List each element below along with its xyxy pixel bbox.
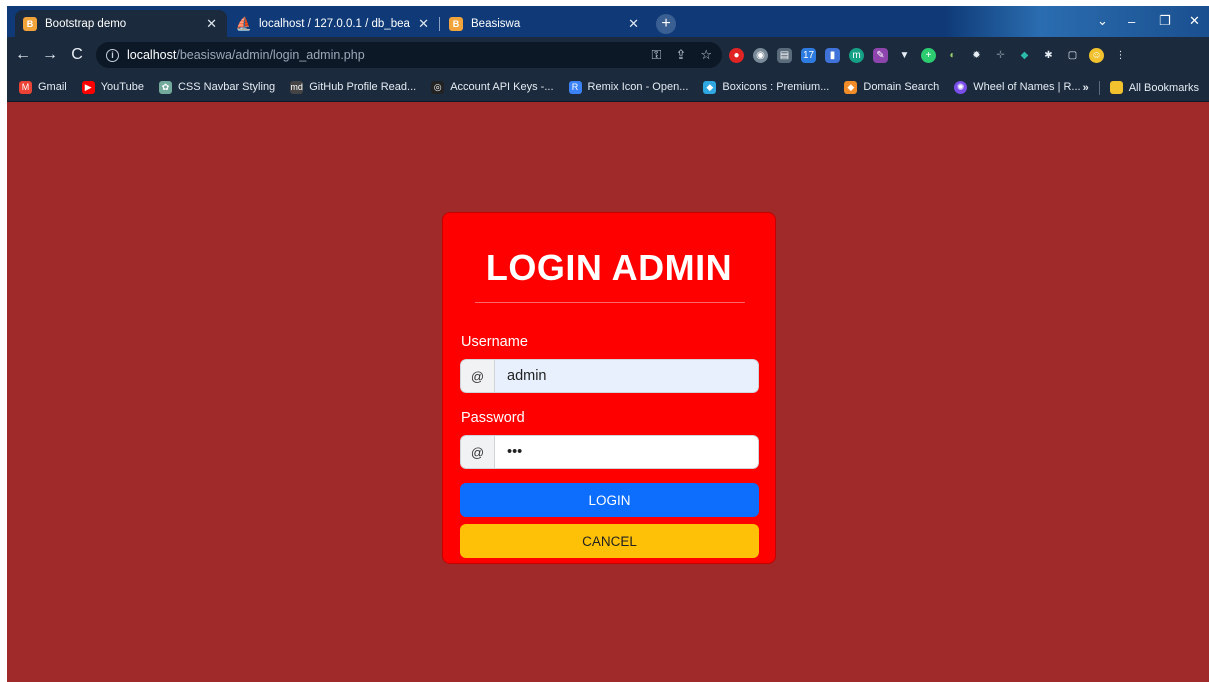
bookmarks-more-button[interactable]: » — [1083, 82, 1089, 94]
close-icon[interactable]: ✕ — [418, 16, 429, 32]
browser-toolbar: ← → C i localhost /beasiswa/admin/login_… — [7, 37, 1209, 73]
close-window-button[interactable]: ✕ — [1189, 11, 1200, 31]
close-icon[interactable]: ✕ — [628, 16, 639, 32]
extension-icon[interactable]: ✛ — [993, 48, 1008, 63]
tab-title: Beasiswa — [471, 17, 521, 30]
tab-title: localhost / 127.0.0.1 / db_beasisw — [259, 17, 410, 30]
bookmark-css-navbar[interactable]: ✿ CSS Navbar Styling — [158, 80, 276, 94]
bookmark-domain-search[interactable]: ◆ Domain Search — [844, 80, 940, 94]
bookmark-gmail[interactable]: M Gmail — [19, 80, 67, 94]
extension-icon[interactable]: ◐ — [945, 48, 960, 63]
cancel-button[interactable]: CANCEL — [460, 524, 759, 558]
bookmark-label: Gmail — [38, 81, 67, 93]
bookmark-remix-icon[interactable]: R Remix Icon - Open... — [568, 80, 689, 94]
page-title: LOGIN ADMIN — [485, 247, 733, 288]
menu-kebab-icon[interactable]: ⋮ — [1113, 48, 1128, 63]
tab-title: Bootstrap demo — [45, 17, 127, 30]
minimize-button[interactable]: – — [1128, 11, 1135, 31]
boxicons-icon: ◆ — [703, 80, 717, 94]
tab-phpmyadmin[interactable]: ⛵ localhost / 127.0.0.1 / db_beasisw ✕ — [229, 10, 439, 37]
adblock-icon[interactable]: ● — [729, 47, 744, 63]
bookmarks-overflow: » All Bookmarks — [1083, 73, 1199, 102]
youtube-icon: ▶ — [81, 80, 95, 94]
bookmark-label: CSS Navbar Styling — [177, 81, 276, 93]
bookmark-label: Remix Icon - Open... — [587, 81, 689, 93]
bookmark-api-keys[interactable]: ◎ Account API Keys -... — [431, 80, 554, 94]
openai-icon: ◎ — [431, 80, 445, 94]
new-tab-button[interactable]: + — [656, 14, 676, 34]
chatgpt-icon: ✿ — [158, 80, 172, 94]
login-card: LOGIN ADMIN Username @ Password @ LOGIN … — [442, 212, 776, 564]
back-arrow-icon[interactable]: ← — [13, 45, 33, 65]
tab-bootstrap-demo[interactable]: B Bootstrap demo ✕ — [15, 10, 227, 37]
vue-devtools-icon[interactable]: ▼ — [897, 48, 912, 63]
username-input[interactable] — [495, 359, 759, 393]
site-info-icon[interactable]: i — [106, 48, 119, 62]
at-sign-icon: @ — [460, 359, 495, 393]
username-group: @ — [460, 359, 759, 393]
password-label: Password — [461, 410, 525, 426]
password-input[interactable] — [495, 435, 759, 469]
extension-icon[interactable]: ▤ — [777, 47, 792, 63]
page-body: LOGIN ADMIN Username @ Password @ LOGIN … — [7, 103, 1209, 682]
reload-icon[interactable]: C — [67, 45, 87, 65]
tab-beasiswa[interactable]: B Beasiswa ✕ — [441, 10, 649, 37]
sidepanel-icon[interactable]: ▢ — [1065, 48, 1080, 63]
close-icon[interactable]: ✕ — [206, 16, 217, 32]
forward-arrow-icon[interactable]: → — [40, 45, 60, 65]
password-group: @ — [460, 435, 759, 469]
bookmark-label: Wheel of Names | R... — [973, 81, 1081, 93]
extension-icon[interactable]: + — [921, 47, 936, 63]
folder-icon — [1109, 81, 1123, 94]
bootstrap-icon: B — [449, 16, 463, 31]
restore-button[interactable]: ❐ — [1159, 11, 1171, 31]
extension-icon[interactable]: m — [849, 47, 864, 63]
browser-window: B Bootstrap demo ✕ ⛵ localhost / 127.0.0… — [7, 6, 1209, 682]
domain-icon: ◆ — [844, 80, 858, 94]
bookmark-star-icon[interactable]: ☆ — [700, 47, 712, 63]
gmail-icon: M — [19, 80, 32, 94]
gear-icon[interactable]: ✹ — [969, 48, 984, 63]
tab-separator — [439, 17, 440, 31]
tab-strip: B Bootstrap demo ✕ ⛵ localhost / 127.0.0… — [7, 6, 1209, 37]
bookmark-boxicons[interactable]: ◆ Boxicons : Premium... — [703, 80, 830, 94]
extension-icon[interactable]: ◉ — [753, 47, 768, 63]
address-host: localhost — [127, 48, 177, 62]
bookmark-label: Domain Search — [863, 81, 940, 93]
extension-icon[interactable]: ✎ — [873, 47, 888, 63]
wheel-icon: ✺ — [954, 80, 968, 94]
remix-icon: R — [568, 80, 582, 94]
phpmyadmin-icon: ⛵ — [235, 15, 253, 31]
share-icon[interactable]: ⇪ — [675, 47, 686, 63]
bookmarks-bar: M Gmail ▶ YouTube ✿ CSS Navbar Styling m… — [7, 73, 1209, 102]
bookmark-label: GitHub Profile Read... — [309, 81, 417, 93]
extension-icon[interactable]: ◆ — [1017, 48, 1032, 63]
bookmark-wheel-of-names[interactable]: ✺ Wheel of Names | R... — [954, 80, 1081, 94]
bookmark-label: Account API Keys -... — [450, 81, 554, 93]
divider — [1098, 80, 1100, 95]
calendar-icon[interactable]: 17 — [801, 47, 816, 63]
all-bookmarks-label: All Bookmarks — [1128, 81, 1199, 94]
tab-search-icon[interactable]: ⌄ — [1097, 11, 1108, 31]
login-button[interactable]: LOGIN — [460, 483, 759, 517]
bookmark-github-profile[interactable]: md GitHub Profile Read... — [290, 80, 417, 94]
docs-icon[interactable]: ▮ — [825, 47, 840, 63]
username-label: Username — [461, 334, 528, 350]
address-bar[interactable]: i localhost /beasiswa/admin/login_admin.… — [96, 42, 722, 68]
all-bookmarks-button[interactable]: All Bookmarks — [1109, 81, 1199, 94]
divider — [475, 302, 745, 303]
bookmark-label: YouTube — [100, 81, 144, 93]
address-path: /beasiswa/admin/login_admin.php — [176, 48, 365, 62]
at-sign-icon: @ — [460, 435, 495, 469]
avatar[interactable]: ☺ — [1089, 47, 1104, 63]
bookmark-youtube[interactable]: ▶ YouTube — [81, 80, 144, 94]
puzzle-icon[interactable]: ✱ — [1041, 48, 1056, 63]
github-icon: md — [290, 80, 304, 94]
bootstrap-icon: B — [23, 16, 37, 31]
bookmark-label: Boxicons : Premium... — [722, 81, 830, 93]
key-icon[interactable]: ⚿ — [652, 47, 662, 63]
extensions-area: ● ◉ ▤ 17 ▮ m ✎ ▼ + ◐ ✹ ✛ ◆ ✱ ▢ ☺ ⋮ — [729, 46, 1128, 64]
